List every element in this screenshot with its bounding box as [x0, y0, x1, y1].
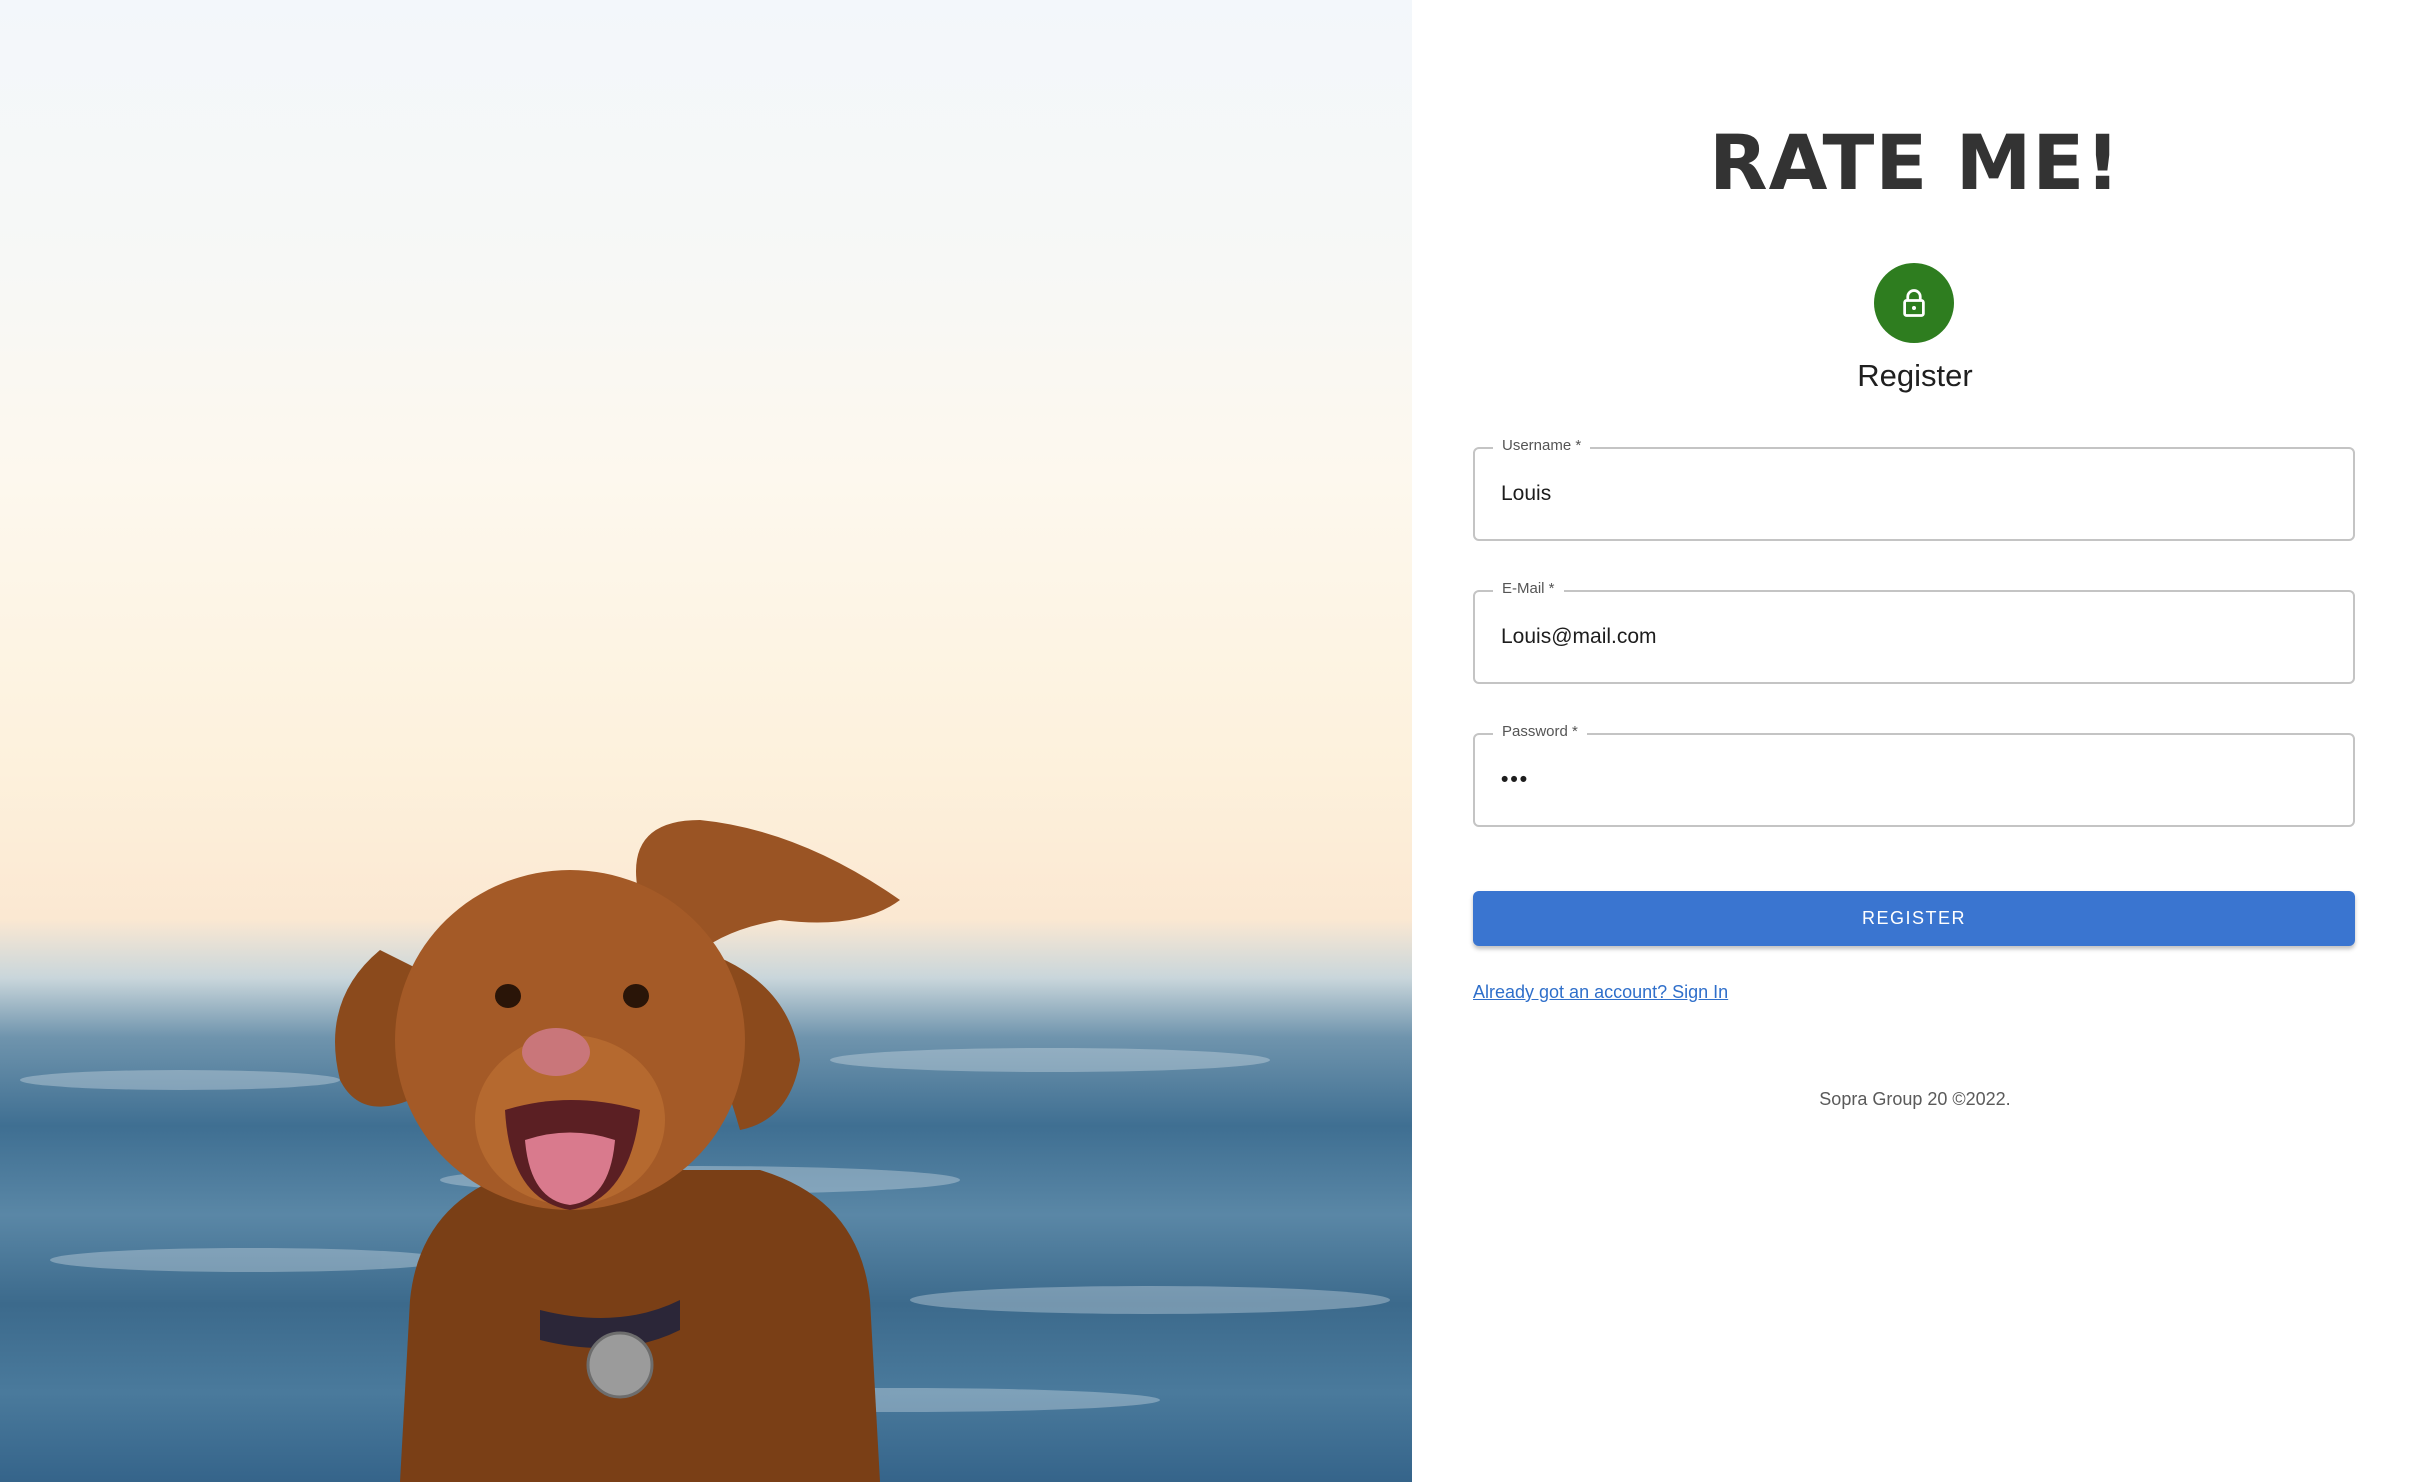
password-input[interactable]: ••• [1501, 735, 2321, 825]
footer-copyright: Sopra Group 20 ©2022. [1819, 1089, 2011, 1109]
password-field[interactable]: Password * ••• [1473, 721, 2355, 827]
lock-avatar [1874, 263, 1954, 343]
register-page: RATE ME! Register Username * Louis E-Mai… [0, 0, 2418, 1482]
form-title: Register [1857, 358, 1973, 393]
hero-dog-image [0, 0, 1412, 1482]
username-input[interactable]: Louis [1501, 449, 2321, 539]
sign-in-link[interactable]: Already got an account? Sign In [1473, 982, 1728, 1003]
brand-title: RATE ME! [1709, 118, 2121, 207]
register-button[interactable]: REGISTER [1473, 891, 2355, 946]
dog-illustration [20, 820, 1390, 1482]
register-panel: RATE ME! Register Username * Louis E-Mai… [1412, 0, 2418, 1482]
lock-icon [1903, 289, 1925, 317]
email-input[interactable]: Louis@mail.com [1501, 592, 2321, 682]
email-field[interactable]: E-Mail * Louis@mail.com [1473, 578, 2355, 684]
username-field[interactable]: Username * Louis [1473, 435, 2355, 541]
